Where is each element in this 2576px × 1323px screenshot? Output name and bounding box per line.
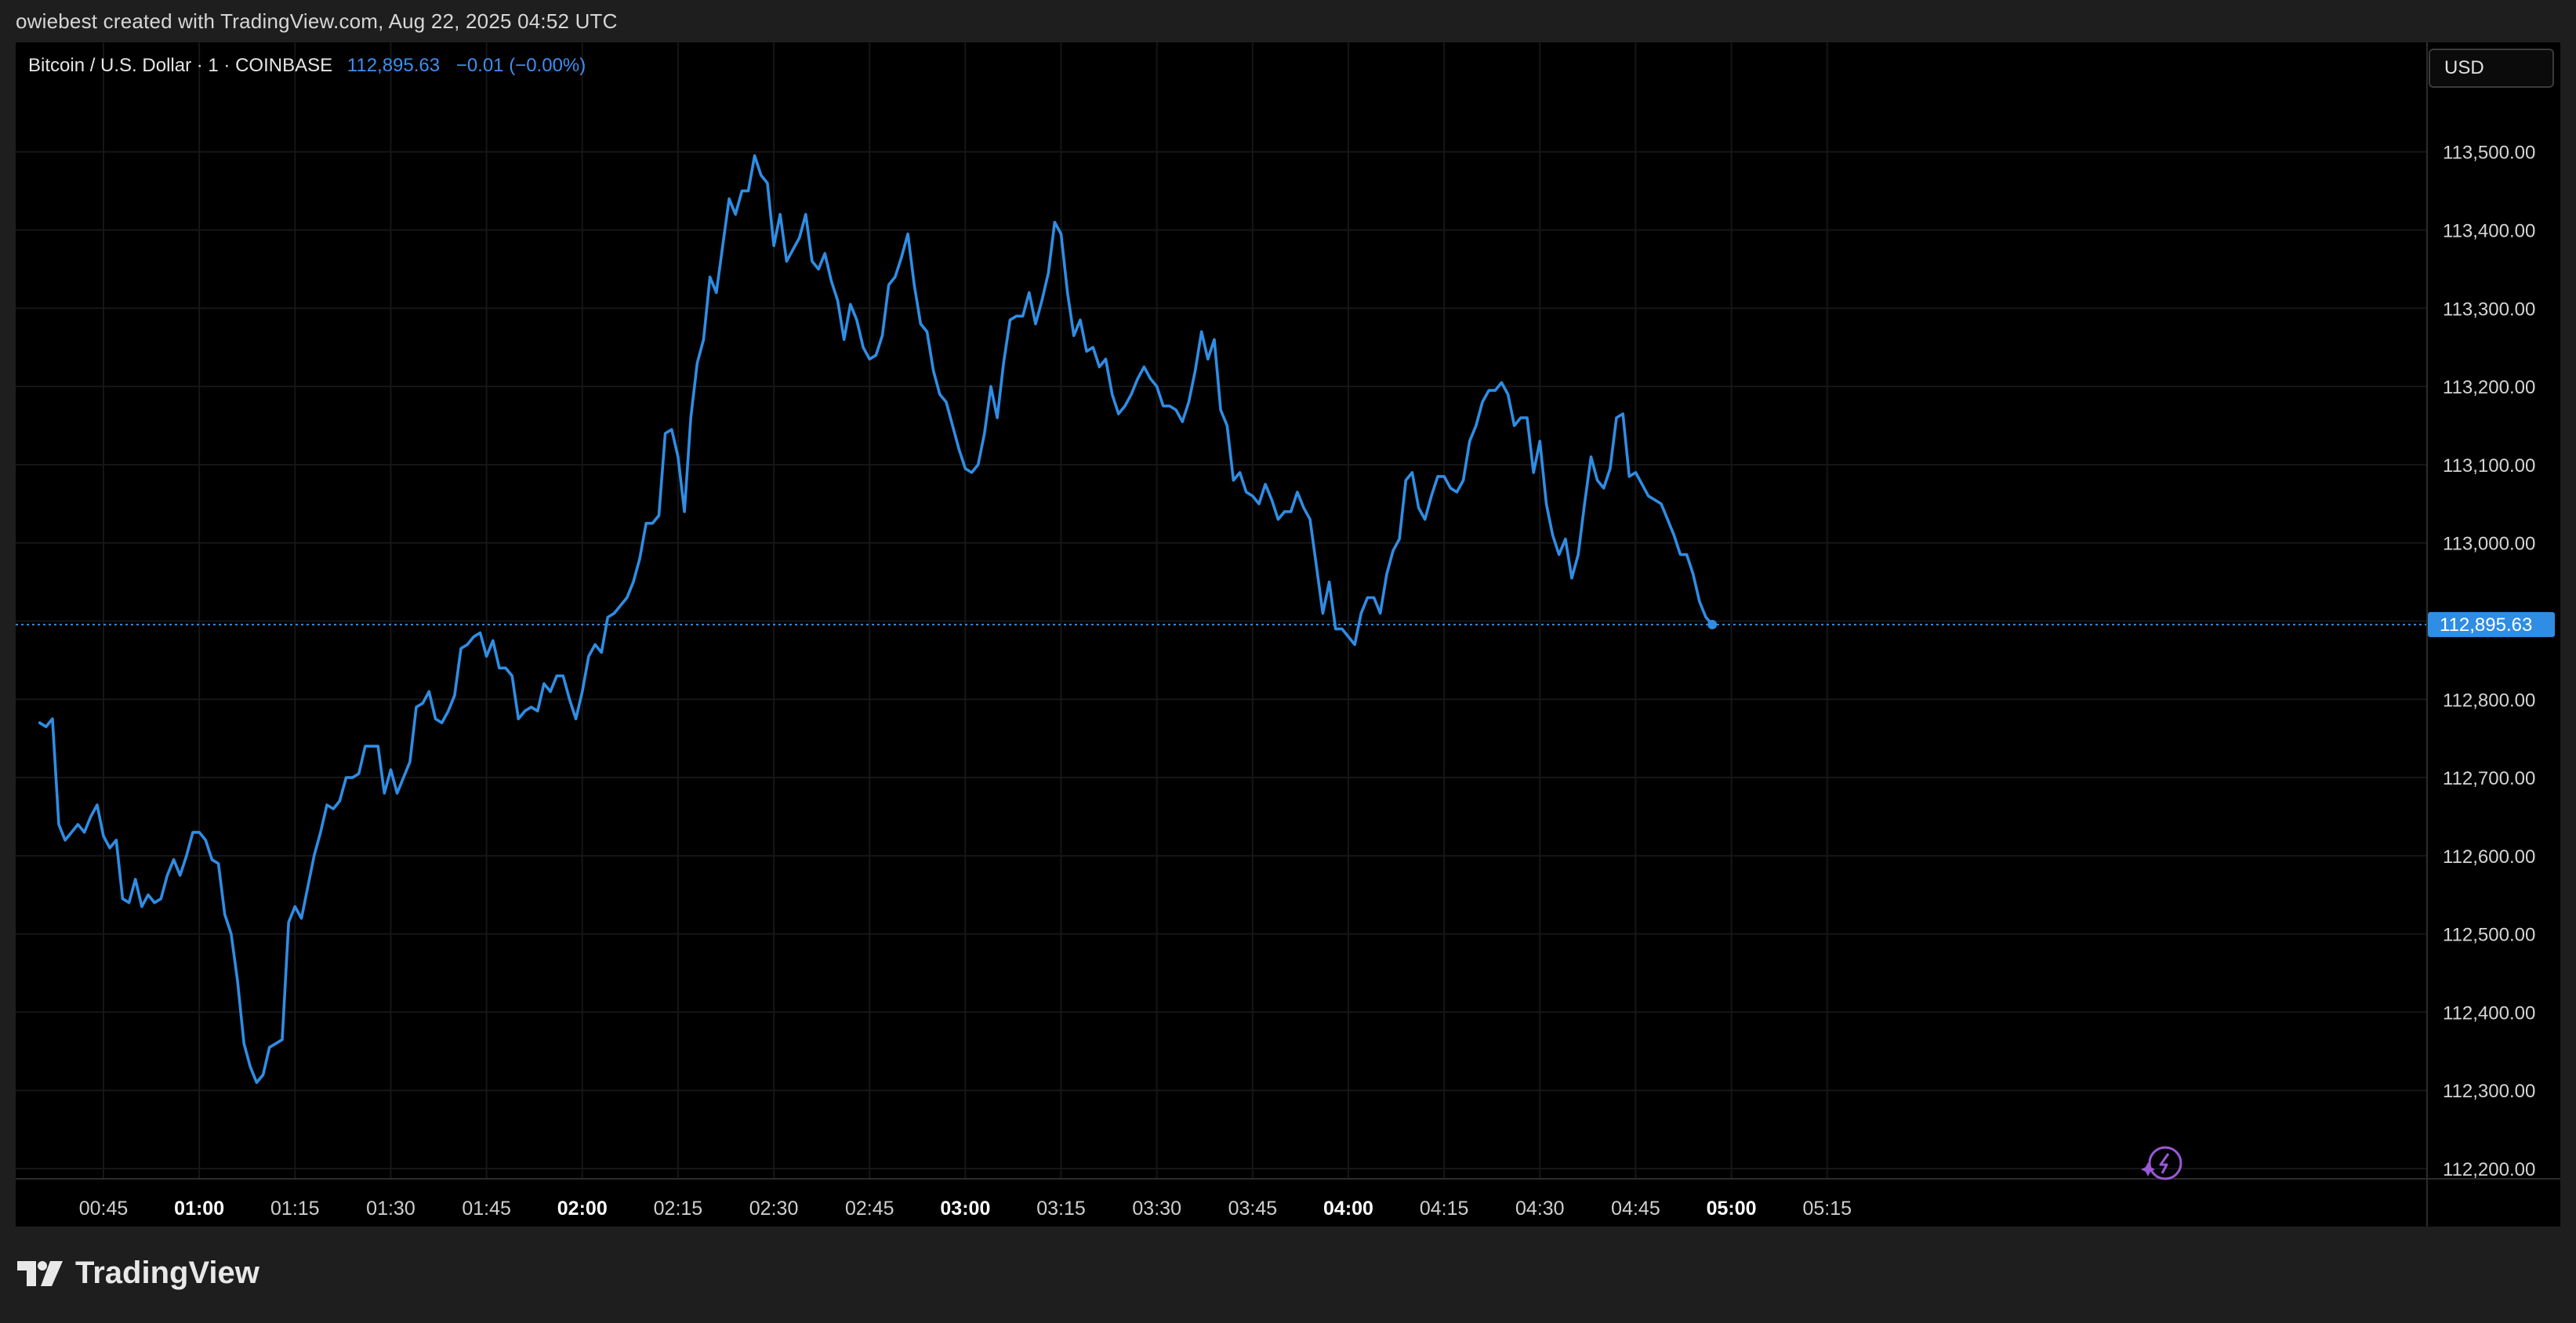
time-tick-label: 03:15	[1036, 1198, 1086, 1220]
time-tick-label: 04:30	[1515, 1198, 1565, 1220]
price-tick-label: 113,300.00	[2443, 299, 2535, 320]
time-tick-label: 04:00	[1323, 1198, 1373, 1220]
price-tick-label: 112,600.00	[2443, 846, 2535, 868]
time-tick-label: 01:45	[462, 1198, 511, 1220]
price-tick-label: 112,400.00	[2443, 1002, 2535, 1024]
price-tick-label: 113,000.00	[2443, 534, 2535, 555]
series-bitcoin-line	[38, 154, 1714, 1084]
tradingview-logo: TradingView	[17, 1256, 259, 1291]
time-tick-label: 01:00	[174, 1198, 224, 1220]
time-tick-label: 01:30	[366, 1198, 415, 1220]
last-price-label: 112,895.63	[2428, 611, 2555, 637]
legend-price: 112,895.63	[346, 55, 441, 76]
chart-frame[interactable]: 00:45 01:00 01:15 01:30 01:45 02:00 02:15 02:30…	[16, 42, 2560, 1227]
chart-caption: owiebest created with TradingView.com, A…	[16, 9, 618, 33]
time-tick-label: 01:15	[270, 1198, 320, 1220]
last-point-dot	[1707, 619, 1718, 629]
price-chart[interactable]: 00:45 01:00 01:15 01:30 01:45 02:00 02:15 02:30…	[16, 42, 2560, 1227]
time-tick-label: 05:15	[1802, 1198, 1852, 1220]
time-tick-label: 04:45	[1611, 1198, 1660, 1220]
time-tick-label: 03:45	[1228, 1198, 1278, 1220]
price-tick-label: 112,700.00	[2443, 768, 2535, 789]
time-tick-label: 00:45	[79, 1198, 129, 1220]
time-tick-label: 05:00	[1707, 1198, 1757, 1220]
price-tick-label: 112,300.00	[2443, 1081, 2535, 1102]
legend-change: −0.01 (−0.00%)	[455, 55, 586, 76]
price-tick-label: 113,200.00	[2443, 377, 2535, 398]
time-tick-label: 03:30	[1132, 1198, 1181, 1220]
time-tick-label: 04:15	[1420, 1198, 1469, 1220]
time-tick-label: 02:45	[845, 1198, 894, 1220]
grid-lines	[16, 42, 2427, 1179]
legend-symbol: Bitcoin / U.S. Dollar · 1 · COINBASE	[28, 55, 333, 76]
time-axis[interactable]: 00:45 01:00 01:15 01:30 01:45 02:00 02:15 02:30…	[79, 1198, 1852, 1220]
price-tick-label: 113,400.00	[2443, 221, 2535, 242]
price-tick-label: 112,800.00	[2443, 690, 2535, 711]
chart-legend[interactable]: Bitcoin / U.S. Dollar · 1 · COINBASE 112…	[28, 55, 586, 77]
price-tick-label: 113,100.00	[2443, 455, 2535, 477]
currency-selector[interactable]: USD	[2429, 49, 2554, 88]
price-tick-label: 112,200.00	[2443, 1159, 2535, 1180]
price-tick-label: 113,500.00	[2443, 143, 2535, 164]
price-axis[interactable]: 112,200.00 112,300.00 112,400.00 112,500.00…	[2443, 143, 2535, 1180]
time-tick-label: 02:15	[654, 1198, 703, 1220]
last-price-label-text: 112,895.63	[2440, 614, 2532, 636]
ai-assist-icon[interactable]	[2141, 1146, 2182, 1180]
tradingview-logo-icon	[17, 1260, 63, 1286]
time-tick-label: 02:00	[557, 1198, 608, 1220]
time-tick-label: 03:00	[940, 1198, 990, 1220]
time-tick-label: 02:30	[749, 1198, 799, 1220]
price-tick-label: 112,500.00	[2443, 925, 2535, 946]
brand-name: TradingView	[75, 1256, 259, 1290]
